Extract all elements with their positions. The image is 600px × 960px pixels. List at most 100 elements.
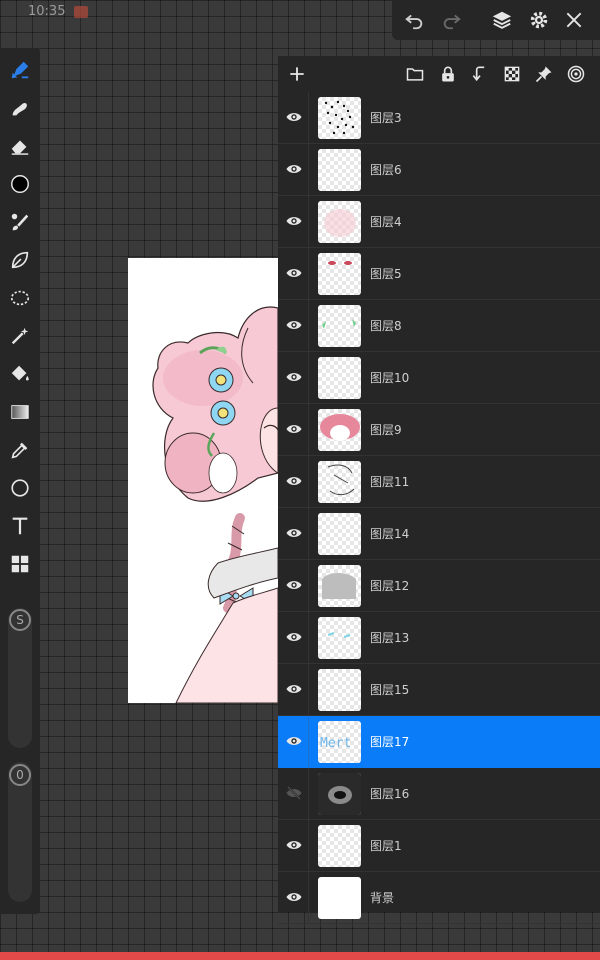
eye-icon[interactable] [282,521,306,545]
eye-icon[interactable] [282,677,306,701]
layer-row[interactable]: 图层8 [278,300,600,352]
layer-row[interactable]: 图层9 [278,404,600,456]
layer-row[interactable]: 图层1 [278,820,600,872]
divider [308,456,309,508]
eraser-tool-icon[interactable] [6,132,34,160]
opacity-slider-knob[interactable]: 0 [9,764,31,786]
eye-icon[interactable] [282,625,306,649]
lock-icon[interactable] [435,61,461,87]
layers-panel-header [278,56,600,92]
divider [308,664,309,716]
layer-thumbnail [318,773,361,815]
eye-icon[interactable] [282,573,306,597]
drawing-canvas[interactable] [128,258,278,703]
layer-name: 图层3 [370,111,402,125]
eye-icon[interactable] [282,833,306,857]
layer-row[interactable]: 图层15 [278,664,600,716]
layer-name: 图层5 [370,267,402,281]
eye-icon[interactable] [282,417,306,441]
layer-name: 图层6 [370,163,402,177]
layer-name: 图层17 [370,735,410,749]
eyedropper-icon[interactable] [6,436,34,464]
artwork [152,306,278,703]
layer-row[interactable]: 图层11 [278,456,600,508]
layer-thumbnail [318,565,361,607]
eye-icon[interactable] [282,885,306,909]
layer-name: 图层12 [370,579,410,593]
layer-row[interactable]: 图层16 [278,768,600,820]
spiral-icon[interactable] [563,61,589,87]
layer-row[interactable]: 图层5 [278,248,600,300]
eye-icon[interactable] [282,365,306,389]
eye-icon[interactable] [282,105,306,129]
layer-row[interactable]: 图层3 [278,92,600,144]
gradient-tool-icon[interactable] [6,398,34,426]
redo-icon[interactable] [438,6,466,34]
top-toolbar [392,0,600,40]
pen-tool-icon[interactable] [6,246,34,274]
divider [308,300,309,352]
layer-thumbnail [318,97,361,139]
divider [308,872,309,924]
undo-icon[interactable] [400,6,428,34]
bottom-accent-bar [0,952,600,960]
layer-thumbnail: Mert [318,721,361,763]
layer-row[interactable]: 图层4 [278,196,600,248]
magic-wand-icon[interactable] [6,322,34,350]
layer-name: 图层1 [370,839,402,853]
layer-thumbnail [318,461,361,503]
layer-row[interactable]: Mert 图层17 [278,716,600,768]
paint-brush-icon[interactable] [6,208,34,236]
layers-list: 图层3 图层6 图层4 图层5 图层8 图层10 图层9 图层11 图层14 图层12 图层13 图层… [278,92,600,924]
layer-row[interactable]: 图层6 [278,144,600,196]
layer-row[interactable]: 图层13 [278,612,600,664]
svg-text:Mert: Mert [320,736,351,751]
layer-row[interactable]: 背景 [278,872,600,924]
color-picker-swatch[interactable] [6,170,34,198]
text-tool-icon[interactable] [6,512,34,540]
eye-icon[interactable] [282,261,306,285]
lasso-tool-icon[interactable] [6,284,34,312]
layer-thumbnail [318,409,361,451]
layer-row[interactable]: 图层12 [278,560,600,612]
layer-thumbnail [318,201,361,243]
settings-icon[interactable] [525,6,553,34]
shape-tool-icon[interactable] [6,474,34,502]
divider [308,92,309,144]
eye-icon[interactable] [282,157,306,181]
layer-name: 图层11 [370,475,410,489]
layer-row[interactable]: 图层10 [278,352,600,404]
close-icon[interactable] [560,6,588,34]
folder-icon[interactable] [402,61,428,87]
size-slider-knob[interactable]: S [9,609,31,631]
layer-name: 图层9 [370,423,402,437]
notification-icon [74,6,88,18]
layer-thumbnail [318,877,361,919]
transparency-icon[interactable] [499,61,525,87]
add-layer-icon[interactable] [284,61,310,87]
eye-icon[interactable] [282,209,306,233]
layer-thumbnail [318,253,361,295]
layer-name: 图层15 [370,683,410,697]
layer-row[interactable]: 图层14 [278,508,600,560]
eye-icon[interactable] [282,469,306,493]
layer-name: 图层13 [370,631,410,645]
divider [308,768,309,820]
brush-tool-icon[interactable] [6,56,34,84]
divider [308,144,309,196]
eye-hidden-icon[interactable] [282,781,306,805]
eye-icon[interactable] [282,313,306,337]
eye-icon[interactable] [282,729,306,753]
grid-tool-icon[interactable] [6,550,34,578]
layer-thumbnail [318,149,361,191]
layer-name: 图层4 [370,215,402,229]
divider [308,716,309,768]
layers-panel: 图层3 图层6 图层4 图层5 图层8 图层10 图层9 图层11 图层14 图层12 图层13 图层… [278,56,600,924]
merge-down-icon[interactable] [467,61,493,87]
fill-bucket-icon[interactable] [6,360,34,388]
layers-icon[interactable] [488,6,516,34]
pin-icon[interactable] [531,61,557,87]
layer-thumbnail [318,669,361,711]
layer-name: 背景 [370,891,395,905]
smudge-tool-icon[interactable] [6,94,34,122]
